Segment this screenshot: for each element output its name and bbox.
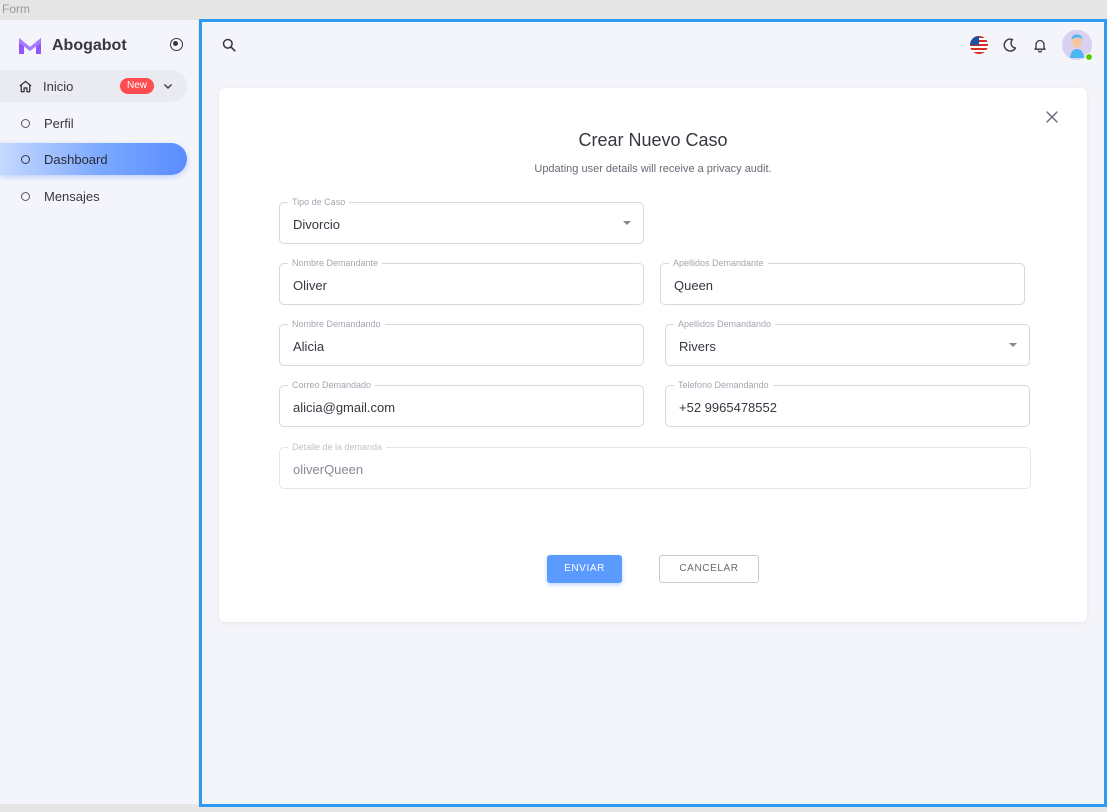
field-value: +52 9965478552 xyxy=(679,400,777,415)
field-value: oliverQueen xyxy=(293,462,364,477)
sidebar-item-inicio[interactable]: Inicio New xyxy=(0,70,187,102)
circle-icon xyxy=(21,191,30,201)
dropdown-arrow-icon xyxy=(1009,343,1017,347)
field-value: Alicia xyxy=(293,339,325,354)
field-value: alicia@gmail.com xyxy=(293,400,396,415)
brand[interactable]: Abogabot xyxy=(18,34,127,58)
sidebar-item-label: Mensajes xyxy=(44,188,100,204)
correo-demandado-field[interactable]: Correo Demandado alicia@gmail.com xyxy=(279,379,644,427)
field-label: Correo Demandado xyxy=(288,379,376,391)
dialog-title: Crear Nuevo Caso xyxy=(578,130,728,150)
cancel-button[interactable]: CANCELAR xyxy=(659,555,759,583)
main-content: Crear Nuevo Caso Updating user details w… xyxy=(199,19,1107,807)
apellidos-demandante-field[interactable]: Apellidos Demandante Queen xyxy=(660,257,1025,305)
avatar[interactable] xyxy=(1062,30,1093,61)
sidebar-item-label: Dashboard xyxy=(44,151,108,167)
logo-icon xyxy=(19,38,41,54)
sidebar: Abogabot Inicio New Perfil Dashboard Men… xyxy=(0,20,198,804)
us-flag-icon[interactable] xyxy=(970,36,988,54)
detalle-demanda-field[interactable]: Detalle de la demanda oliverQueen xyxy=(279,441,1031,489)
header-actions xyxy=(970,30,1093,61)
close-icon[interactable] xyxy=(1045,110,1059,124)
circle-icon xyxy=(21,154,30,164)
new-badge: New xyxy=(120,78,155,94)
dialog-subtitle: Updating user details will receive a pri… xyxy=(534,163,772,175)
field-value: Divorcio xyxy=(293,217,340,232)
field-label: Nombre Demandando xyxy=(288,318,385,330)
online-status-icon xyxy=(1085,53,1093,61)
field-value: Oliver xyxy=(293,278,327,293)
field-label: Detalle de la demanda xyxy=(288,441,387,453)
chevron-down-icon[interactable] xyxy=(162,80,174,92)
field-label: Apellidos Demandando xyxy=(674,318,776,330)
circle-icon xyxy=(21,118,30,128)
home-icon xyxy=(19,80,32,92)
tipo-caso-select[interactable]: Tipo de Caso Divorcio xyxy=(279,196,644,244)
window-title: Form xyxy=(2,2,30,16)
submit-button[interactable]: ENVIAR xyxy=(547,555,622,583)
field-value: Rivers xyxy=(679,339,716,354)
bell-icon[interactable] xyxy=(1032,37,1048,53)
sidebar-item-perfil[interactable]: Perfil xyxy=(0,107,187,139)
brand-name: Abogabot xyxy=(52,37,127,54)
sidebar-lock-toggle-icon[interactable] xyxy=(170,38,183,51)
apellidos-demandando-select[interactable]: Apellidos Demandando Rivers xyxy=(665,318,1030,366)
moon-icon[interactable] xyxy=(1002,37,1018,53)
sidebar-item-dashboard[interactable]: Dashboard xyxy=(0,143,187,175)
search-icon[interactable] xyxy=(222,38,236,52)
field-label: Telefono Demandando xyxy=(674,379,773,391)
sidebar-item-mensajes[interactable]: Mensajes xyxy=(0,180,187,212)
nombre-demandante-field[interactable]: Nombre Demandante Oliver xyxy=(279,257,644,305)
field-label: Nombre Demandante xyxy=(288,257,383,269)
create-case-dialog: Crear Nuevo Caso Updating user details w… xyxy=(219,88,1087,622)
nombre-demandando-field[interactable]: Nombre Demandando Alicia xyxy=(279,318,644,366)
sidebar-item-label: Inicio xyxy=(43,78,74,94)
field-value: Queen xyxy=(674,278,714,293)
dropdown-arrow-icon xyxy=(623,221,631,225)
field-label: Tipo de Caso xyxy=(288,196,350,208)
sidebar-item-label: Perfil xyxy=(44,115,74,131)
field-label: Apellidos Demandante xyxy=(669,257,768,269)
telefono-demandando-field[interactable]: Telefono Demandando +52 9965478552 xyxy=(665,379,1030,427)
